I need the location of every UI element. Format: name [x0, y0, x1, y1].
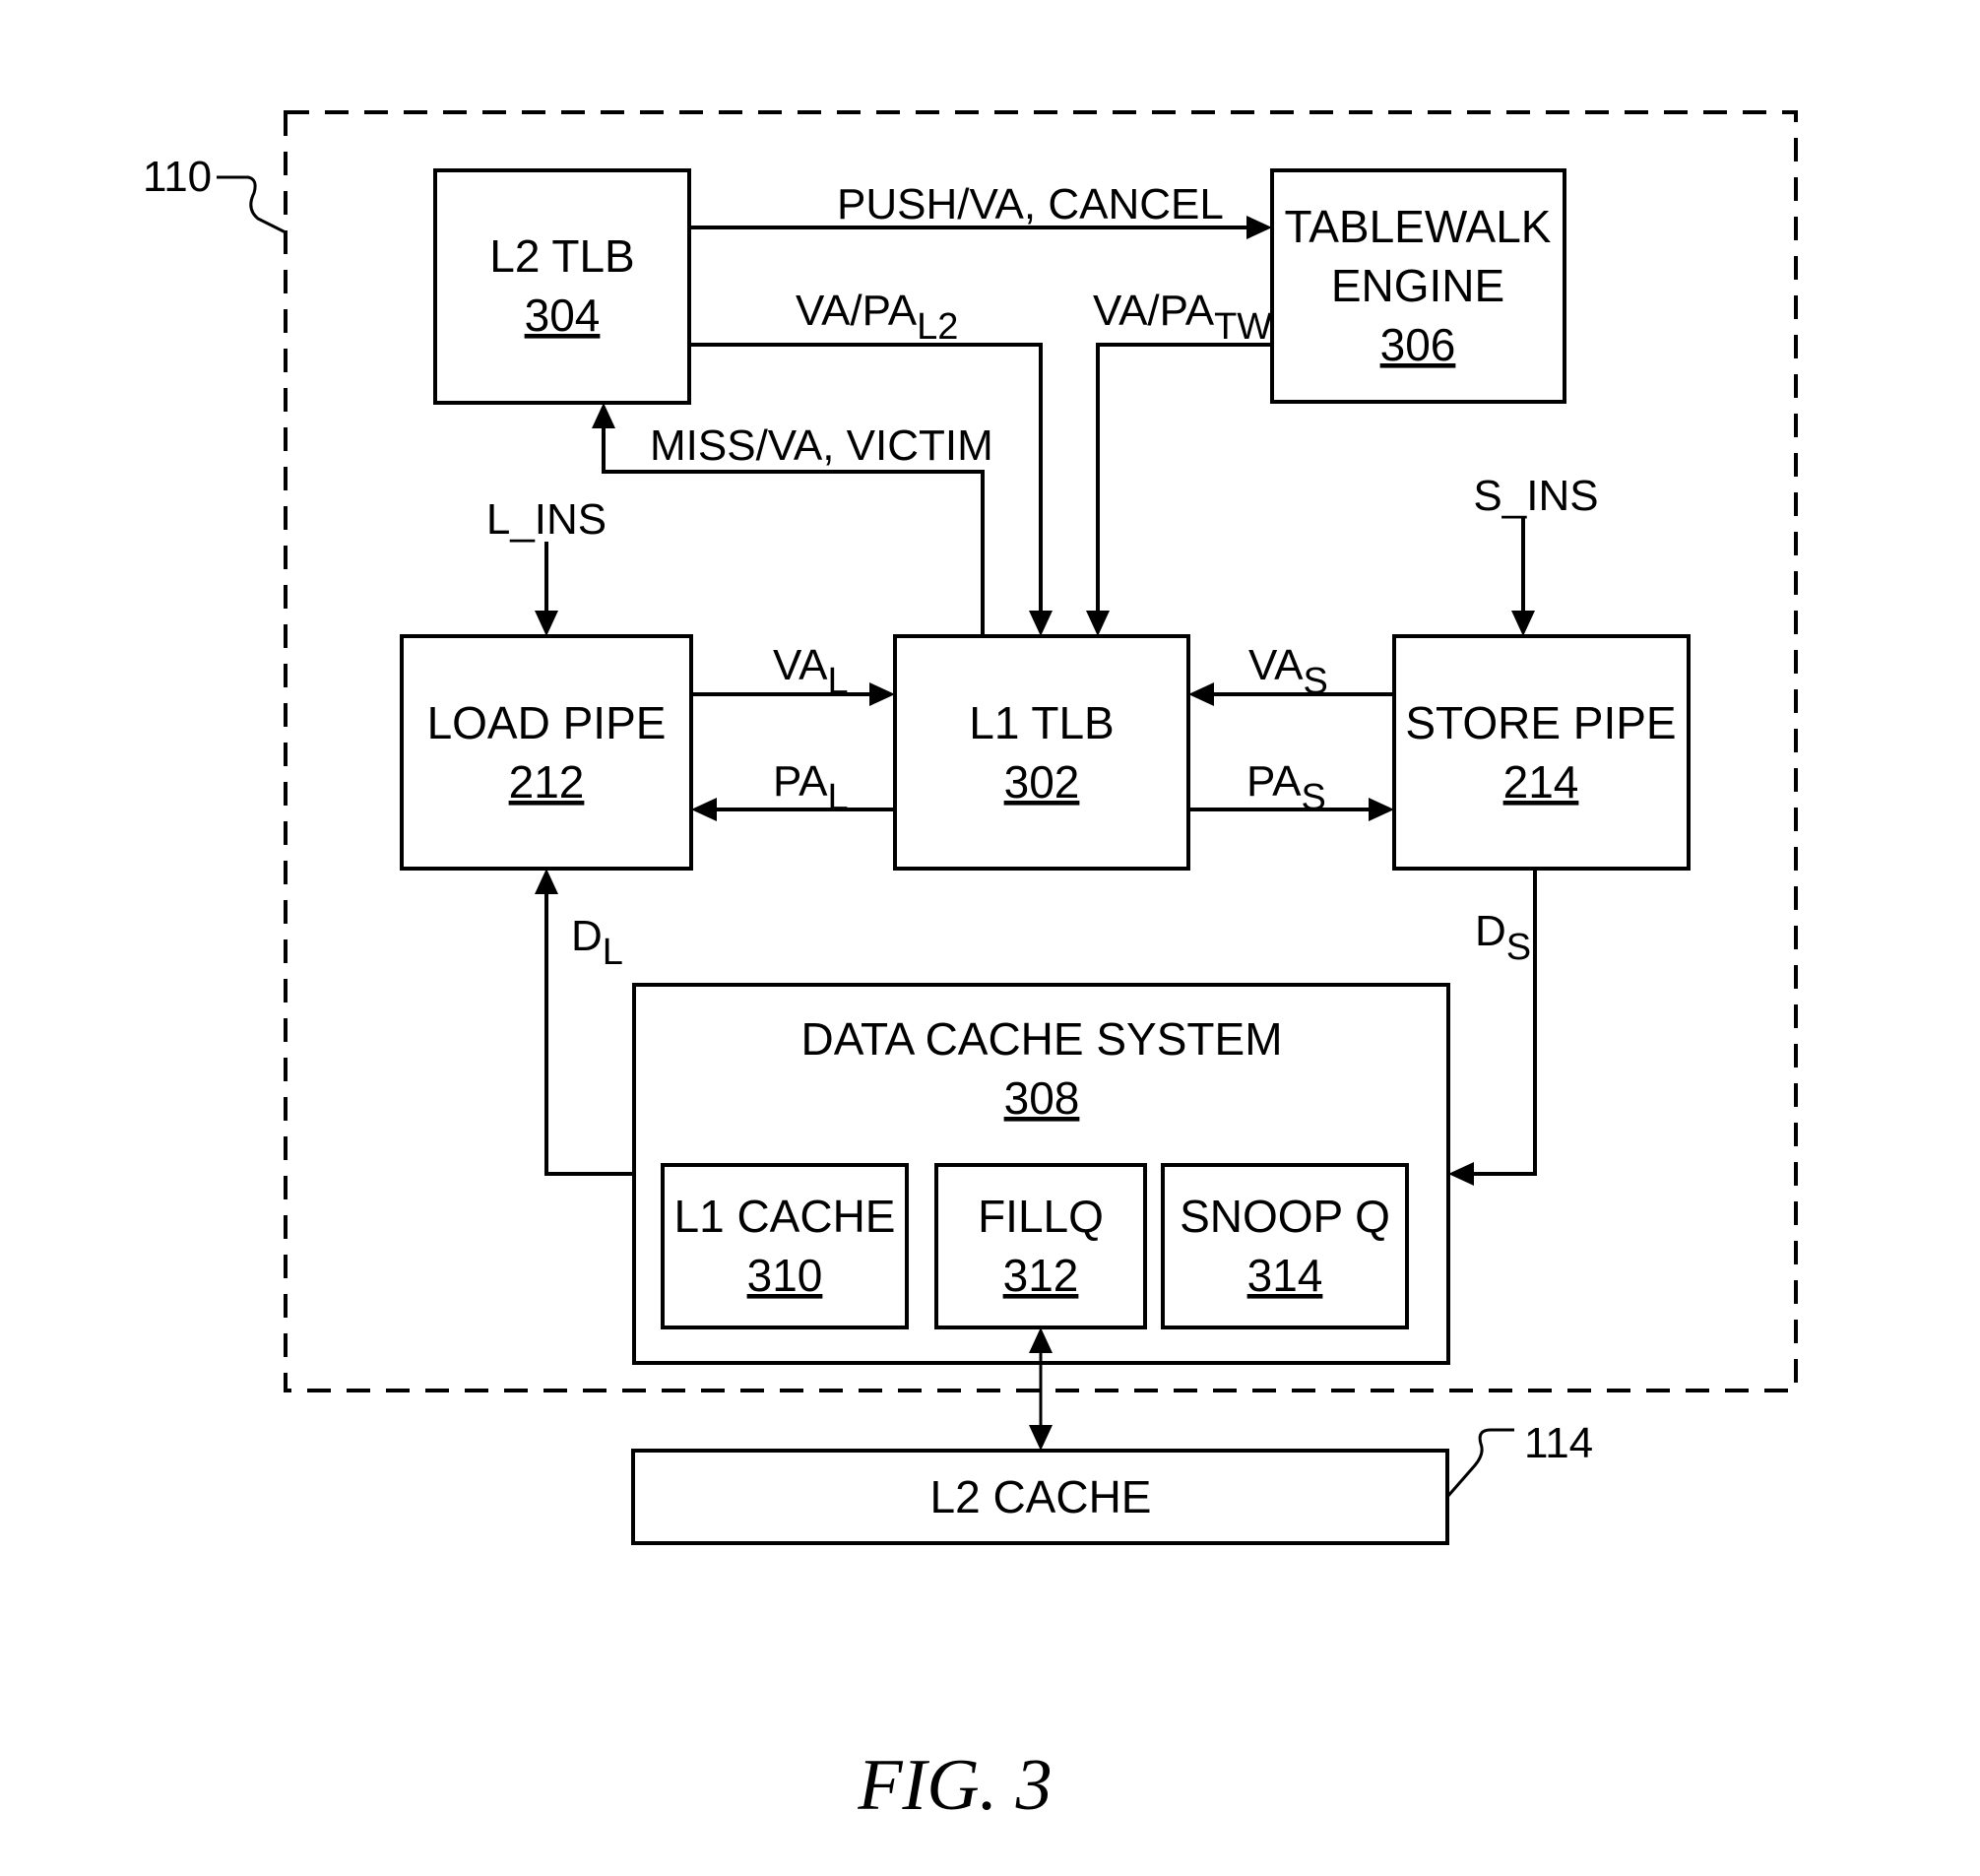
store-pipe-label: STORE PIPE — [1405, 697, 1676, 748]
data-cache-system-ref: 308 — [1004, 1072, 1080, 1124]
pa-l-arrowhead-icon — [691, 798, 717, 821]
pa-s-arrowhead-icon — [1369, 798, 1394, 821]
data-cache-system-label: DATA CACHE SYSTEM — [800, 1013, 1282, 1065]
fillq-label: FILLQ — [978, 1191, 1104, 1242]
l2-tlb-ref: 304 — [525, 290, 601, 341]
l2-cache-label: L2 CACHE — [930, 1471, 1152, 1522]
push-arrowhead-icon — [1246, 216, 1272, 239]
l2-cache-ref: 114 — [1524, 1419, 1593, 1467]
l1-cache-block: L1 CACHE 310 — [661, 1163, 909, 1329]
l2-tlb-label: L2 TLB — [489, 230, 634, 282]
va-s-arrowhead-icon — [1188, 682, 1214, 706]
l2-tlb-block: L2 TLB 304 — [433, 168, 691, 405]
snoopq-block: SNOOP Q 314 — [1161, 1163, 1409, 1329]
load-pipe-label: LOAD PIPE — [427, 697, 667, 748]
va-l-arrowhead-icon — [869, 682, 895, 706]
fig3-diagram: 110 L2 TLB 304 TABLEWALK ENGINE 306 PUSH… — [143, 110, 1798, 1826]
tablewalk-label-line1: TABLEWALK — [1285, 201, 1552, 252]
figure-caption: FIG. 3 — [857, 1745, 1052, 1826]
tablewalk-label-line2: ENGINE — [1331, 260, 1504, 311]
store-pipe-ref: 214 — [1503, 756, 1579, 808]
s-ins-signal-label: S_INS — [1473, 472, 1598, 520]
l1-cache-label: L1 CACHE — [674, 1191, 896, 1242]
l-ins-signal-label: L_INS — [486, 495, 607, 544]
d-s-signal-label: DS — [1475, 907, 1531, 968]
l1-tlb-ref: 302 — [1004, 756, 1080, 808]
vapa-tw-arrowhead-icon — [1086, 611, 1110, 636]
fillq-ref: 312 — [1003, 1250, 1079, 1301]
miss-signal-label: MISS/VA, VICTIM — [650, 421, 993, 470]
fillq-l2-down-arrowhead-icon — [1029, 1425, 1053, 1451]
push-signal-label: PUSH/VA, CANCEL — [837, 180, 1224, 228]
l1-tlb-block: L1 TLB 302 — [893, 634, 1190, 871]
vapa-tw-signal-label: VA/PATW — [1093, 287, 1272, 348]
l1-cache-ref: 310 — [747, 1250, 823, 1301]
snoopq-ref: 314 — [1247, 1250, 1323, 1301]
l-ins-arrowhead-icon — [535, 611, 558, 636]
l2-cache-leader — [1445, 1428, 1514, 1498]
l2-cache-block: L2 CACHE — [631, 1449, 1449, 1545]
load-pipe-ref: 212 — [509, 756, 585, 808]
vapa-l2-wire — [689, 343, 1043, 615]
store-pipe-block: STORE PIPE 214 — [1392, 634, 1691, 871]
tablewalk-engine-block: TABLEWALK ENGINE 306 — [1270, 168, 1566, 404]
fillq-block: FILLQ 312 — [934, 1163, 1147, 1329]
vapa-tw-wire — [1096, 343, 1272, 615]
l1-tlb-label: L1 TLB — [969, 697, 1114, 748]
container-110-leader — [217, 175, 287, 234]
load-pipe-block: LOAD PIPE 212 — [400, 634, 693, 871]
vapa-l2-signal-label: VA/PAL2 — [796, 287, 958, 348]
tablewalk-ref: 306 — [1380, 319, 1456, 370]
vapa-l2-arrowhead-icon — [1029, 611, 1053, 636]
container-110-ref: 110 — [143, 153, 212, 201]
s-ins-arrowhead-icon — [1511, 611, 1535, 636]
d-l-arrowhead-icon — [535, 869, 558, 894]
miss-arrowhead-icon — [592, 403, 615, 428]
snoopq-label: SNOOP Q — [1180, 1191, 1390, 1242]
d-l-signal-label: DL — [571, 912, 623, 973]
d-s-arrowhead-icon — [1448, 1162, 1474, 1186]
